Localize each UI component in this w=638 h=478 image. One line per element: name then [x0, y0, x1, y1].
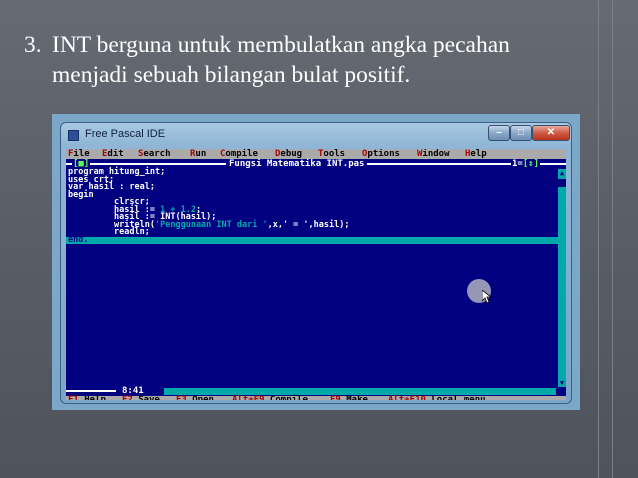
- scroll-up-icon[interactable]: ▲: [558, 169, 566, 177]
- slide-bullet-text: 3. INT berguna untuk membulatkan angka pe…: [24, 30, 614, 90]
- mouse-pointer-icon: [482, 290, 492, 304]
- window-title: Free Pascal IDE: [85, 128, 166, 140]
- menu-item-file[interactable]: File: [68, 149, 90, 159]
- menu-item-tools[interactable]: Tools: [318, 149, 345, 159]
- window-titlebar[interactable]: Free Pascal IDE – □ ✕: [61, 123, 571, 147]
- code-editor[interactable]: program hitung_int; uses crt; var hasil : …: [66, 168, 564, 244]
- bullet-line-2: menjadi sebuah bilangan bulat positif.: [52, 62, 411, 88]
- scroll-thumb[interactable]: [558, 179, 566, 187]
- menu-item-run[interactable]: Run: [190, 149, 206, 159]
- code-line[interactable]: var hasil : real;: [68, 183, 556, 192]
- menu-bar: File Edit Search Run Compile Debug Tools Option…: [66, 149, 566, 159]
- status-item-compile[interactable]: Alt+F9 Compile: [232, 396, 308, 401]
- status-item-save[interactable]: F2 Save: [122, 396, 160, 401]
- menu-item-compile[interactable]: Compile: [220, 149, 258, 159]
- scroll-down-icon[interactable]: ▼: [558, 379, 566, 387]
- status-item-open[interactable]: F3 Open: [176, 396, 214, 401]
- menu-item-options[interactable]: Options: [362, 149, 400, 159]
- menu-item-help[interactable]: Help: [465, 149, 487, 159]
- current-code-line[interactable]: end.: [66, 236, 564, 244]
- status-item-make[interactable]: F9 Make: [330, 396, 368, 401]
- app-icon: [68, 130, 79, 141]
- vertical-scrollbar[interactable]: ▲ ▼: [558, 169, 566, 387]
- editor-zoom-box: [↕]: [522, 159, 540, 169]
- close-button[interactable]: ✕: [532, 125, 570, 141]
- bullet-number: 3.: [24, 32, 42, 58]
- editor-file-title: Fungsi Matematika INT.pas: [226, 159, 368, 169]
- status-item-help[interactable]: F1 Help: [68, 396, 106, 401]
- code-line[interactable]: program hitung_int;: [68, 168, 556, 177]
- menu-item-edit[interactable]: Edit: [102, 149, 124, 159]
- status-item-local-menu[interactable]: Alt+F10 Local menu: [388, 396, 486, 401]
- dos-console: File Edit Search Run Compile Debug Tools Option…: [66, 149, 566, 400]
- menu-item-debug[interactable]: Debug: [275, 149, 302, 159]
- horizontal-scrollbar[interactable]: [156, 388, 556, 395]
- editor-window-controls[interactable]: 1=[↕]: [511, 159, 541, 169]
- minimize-button[interactable]: –: [488, 125, 510, 141]
- ide-window: Free Pascal IDE – □ ✕ File Edit Search Run C…: [60, 122, 572, 404]
- bullet-line-1: INT berguna untuk membulatkan angka peca…: [52, 32, 510, 58]
- screenshot-frame: Free Pascal IDE – □ ✕ File Edit Search Run C…: [52, 114, 580, 410]
- hscroll-thumb[interactable]: [156, 388, 164, 395]
- menu-item-search[interactable]: Search: [138, 149, 171, 159]
- maximize-button[interactable]: □: [510, 125, 532, 141]
- menu-item-window[interactable]: Window: [417, 149, 450, 159]
- code-line[interactable]: readln;: [68, 228, 556, 237]
- status-bar: F1 Help F2 Save F3 Open Alt+F9 Compile F9 Ma…: [66, 396, 566, 400]
